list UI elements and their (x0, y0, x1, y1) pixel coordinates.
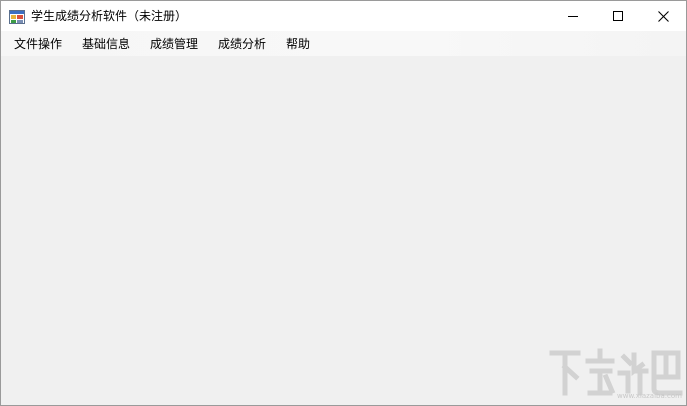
menu-bar: 文件操作 基础信息 成绩管理 成绩分析 帮助 (1, 31, 686, 56)
close-icon (657, 10, 669, 22)
menu-item-help[interactable]: 帮助 (286, 35, 310, 53)
maximize-icon (613, 11, 623, 21)
menu-item-grade-analysis[interactable]: 成绩分析 (218, 35, 266, 53)
window-title: 学生成绩分析软件（未注册） (31, 9, 188, 23)
minimize-icon (568, 11, 578, 21)
app-window: 学生成绩分析软件（未注册） 文件操作 基础信息 成绩管理 成绩分析 帮助 (0, 0, 687, 406)
watermark-url: www.xiazaiba.com (617, 392, 682, 400)
app-window-icon[interactable] (9, 9, 25, 24)
menu-item-grade-management[interactable]: 成绩管理 (150, 35, 198, 53)
menu-item-file-operations[interactable]: 文件操作 (14, 35, 62, 53)
close-button[interactable] (640, 1, 686, 31)
minimize-button[interactable] (550, 1, 596, 31)
menu-item-basic-info[interactable]: 基础信息 (82, 35, 130, 53)
maximize-button[interactable] (595, 1, 641, 31)
title-bar[interactable]: 学生成绩分析软件（未注册） (1, 1, 686, 31)
